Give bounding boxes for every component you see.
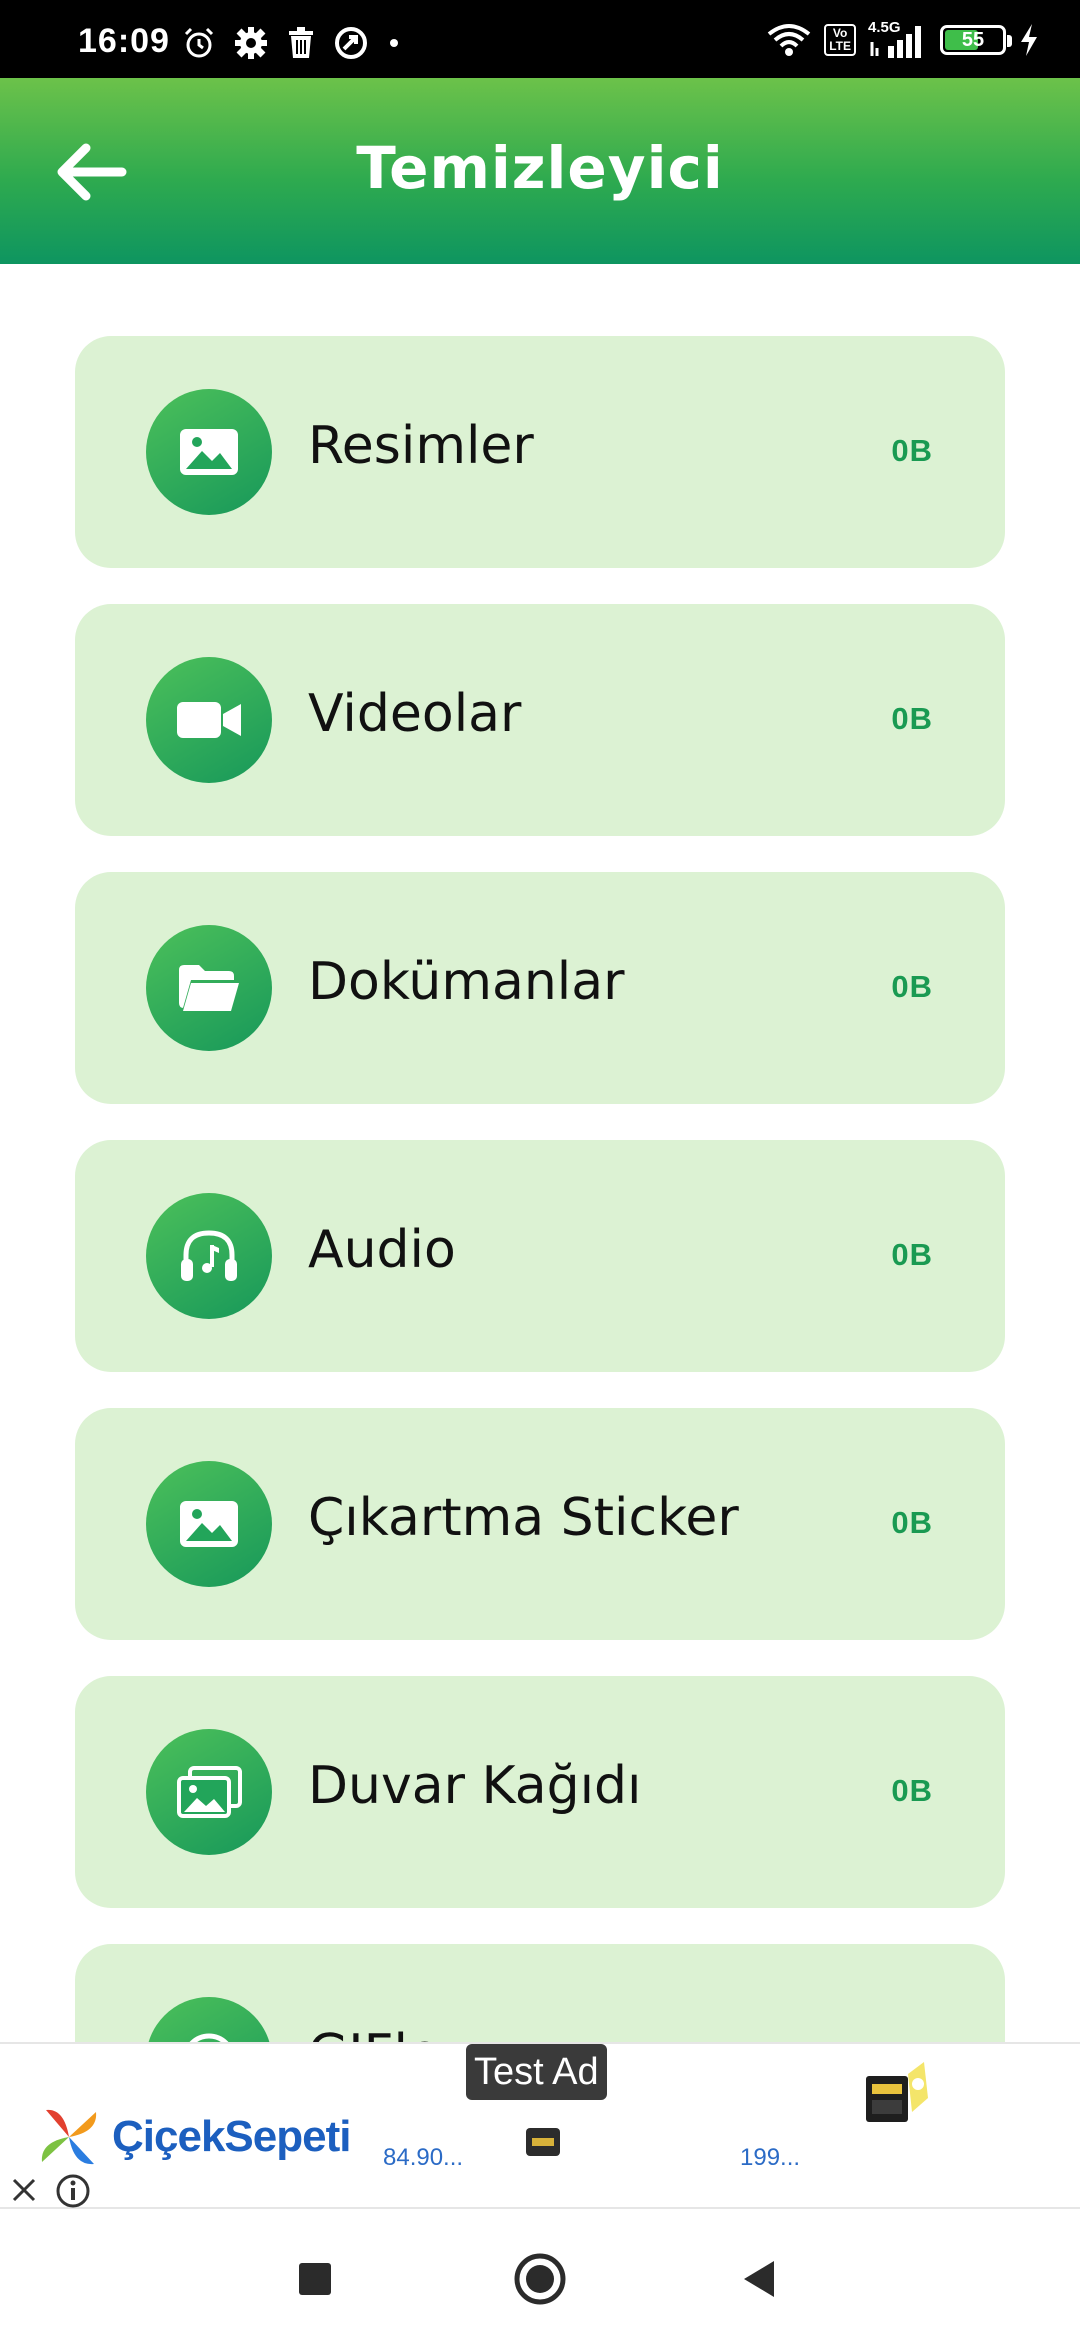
category-card-audio[interactable]: Audio 0B <box>75 1140 1005 1372</box>
card-label: Çıkartma Sticker <box>308 1488 739 1548</box>
status-icons-right: Vo LTE 4.5G 55 <box>766 20 1040 60</box>
image-icon <box>180 1501 238 1547</box>
recents-button[interactable] <box>285 2249 345 2309</box>
folder-icon <box>179 965 239 1011</box>
card-icon-circle <box>146 1461 272 1587</box>
card-size: 0B <box>891 701 933 736</box>
status-bar: 16:09 Vo LTE 4.5G 55 <box>0 0 1080 78</box>
battery-tip <box>1007 35 1012 47</box>
cicek-sepeti-logo-icon <box>41 2109 97 2165</box>
category-list[interactable]: Resimler 0B Videolar 0B Dokümanlar 0B Au… <box>75 336 1005 2042</box>
card-label: Resimler <box>308 416 534 476</box>
trash-icon <box>289 27 313 58</box>
headphones-icon <box>181 1230 237 1281</box>
circle-icon <box>514 2253 566 2305</box>
status-icons-left <box>182 26 402 60</box>
ad-brand: ÇiçekSepeti <box>112 2112 351 2161</box>
alarm-icon <box>184 27 214 58</box>
gif-icon <box>189 2033 229 2042</box>
category-card-documents[interactable]: Dokümanlar 0B <box>75 872 1005 1104</box>
card-icon-circle <box>146 1193 272 1319</box>
signal-icon <box>870 26 921 58</box>
card-label: Duvar Kağıdı <box>308 1756 642 1816</box>
settings-icon <box>235 27 267 59</box>
ad-price[interactable]: 84.90... <box>383 2144 463 2172</box>
category-card-videos[interactable]: Videolar 0B <box>75 604 1005 836</box>
card-icon-circle <box>146 389 272 515</box>
card-size: 0B <box>891 1237 933 1272</box>
status-time: 16:09 <box>78 22 170 60</box>
app-icon <box>335 27 367 59</box>
signal-group: 4.5G <box>868 20 928 60</box>
card-icon-circle <box>146 1729 272 1855</box>
wifi-icon <box>767 24 811 56</box>
card-size: 0B <box>891 1773 933 1808</box>
video-camera-icon <box>177 702 241 738</box>
test-ad-label: Test Ad <box>466 2044 607 2100</box>
product-image[interactable] <box>862 2054 932 2126</box>
card-icon-circle <box>146 657 272 783</box>
battery-level: 55 <box>961 29 985 51</box>
ad-info-icon[interactable] <box>54 2172 92 2210</box>
category-card-gifs[interactable]: GIFler 0B <box>75 1944 1005 2042</box>
back-nav-button[interactable] <box>730 2249 790 2309</box>
app-bar: Temizleyici <box>0 78 1080 264</box>
wallpaper-icon <box>177 1766 242 1818</box>
card-size: 0B <box>891 1505 933 1540</box>
ad-logo[interactable]: ÇiçekSepeti <box>34 2102 351 2172</box>
triangle-back-icon <box>744 2261 774 2297</box>
square-icon <box>299 2263 331 2295</box>
system-nav-bar <box>0 2209 1080 2340</box>
category-card-wallpapers[interactable]: Duvar Kağıdı 0B <box>75 1676 1005 1908</box>
ad-close-icon[interactable] <box>6 2172 42 2208</box>
volte-icon: Vo LTE <box>824 24 856 56</box>
card-label: GIFler <box>308 2024 461 2042</box>
card-icon-circle <box>146 925 272 1051</box>
card-icon-circle <box>146 1997 272 2042</box>
ad-banner[interactable]: ÇiçekSepeti Test Ad 84.90... 199... <box>0 2042 1080 2209</box>
battery-icon: 55 <box>940 25 1012 55</box>
card-label: Dokümanlar <box>308 952 625 1012</box>
card-size: 0B <box>891 969 933 1004</box>
page-title: Temizleyici <box>356 134 724 202</box>
ad-price[interactable]: 199... <box>740 2144 800 2172</box>
charging-icon <box>1021 24 1037 56</box>
dot-icon <box>390 39 398 47</box>
category-card-stickers[interactable]: Çıkartma Sticker 0B <box>75 1408 1005 1640</box>
card-label: Videolar <box>308 684 522 744</box>
card-label: Audio <box>308 1220 456 1280</box>
image-icon <box>180 429 238 475</box>
home-button[interactable] <box>510 2249 570 2309</box>
product-image[interactable] <box>518 2098 568 2160</box>
card-size: 0B <box>891 433 933 468</box>
category-card-images[interactable]: Resimler 0B <box>75 336 1005 568</box>
